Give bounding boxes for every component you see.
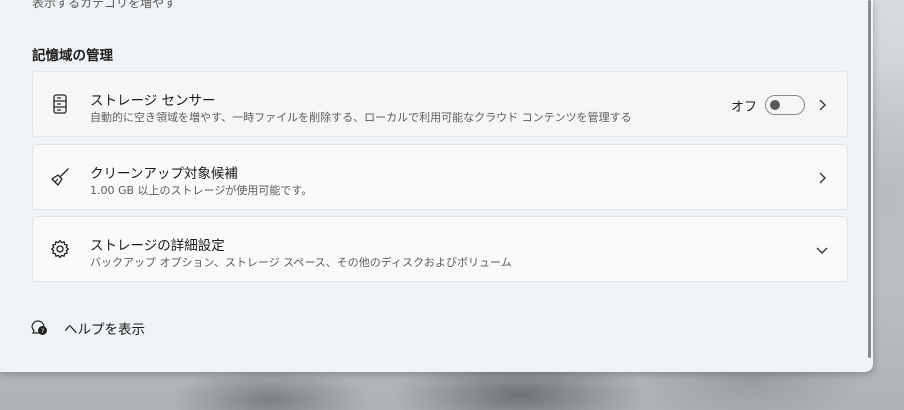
chevron-down-icon[interactable]: [815, 242, 829, 256]
advanced-storage-settings-description: バックアップ オプション、ストレージ スペース、その他のディスクおよびボリューム: [90, 256, 512, 269]
help-chat-icon: ?: [30, 318, 48, 336]
storage-sense-toggle-label: オフ: [731, 100, 758, 115]
chevron-right-icon[interactable]: [815, 97, 829, 111]
chevron-right-icon[interactable]: [815, 170, 829, 184]
advanced-storage-settings-card[interactable]: ストレージの詳細設定 バックアップ オプション、ストレージ スペース、その他のデ…: [32, 216, 848, 282]
toggle-knob: [770, 100, 780, 110]
get-help-label: ヘルプを表示: [64, 322, 145, 338]
broom-icon: [49, 166, 71, 188]
storage-sense-toggle[interactable]: [765, 95, 805, 115]
cleanup-recommendations-card[interactable]: クリーンアップ対象候補 1.00 GB 以上のストレージが使用可能です。: [32, 144, 848, 210]
storage-sense-title: ストレージ センサー: [90, 93, 216, 109]
section-title: 記憶域の管理: [32, 48, 113, 64]
storage-sense-card[interactable]: ストレージ センサー 自動的に空き領域を増やす、一時ファイルを削除する、ローカル…: [32, 71, 848, 137]
storage-sense-description: 自動的に空き領域を増やす、一時ファイルを削除する、ローカルで利用可能なクラウド …: [90, 111, 632, 124]
show-more-categories-link[interactable]: 表示するカテゴリを増やす: [32, 0, 176, 11]
cleanup-recommendations-description: 1.00 GB 以上のストレージが使用可能です。: [90, 184, 313, 197]
settings-window: 表示するカテゴリを増やす 記憶域の管理 ストレージ センサー 自動的に空き領域を…: [0, 0, 873, 372]
gear-icon: [49, 238, 71, 260]
svg-text:?: ?: [41, 327, 44, 335]
vertical-scrollbar[interactable]: [868, 0, 871, 358]
cleanup-recommendations-title: クリーンアップ対象候補: [90, 166, 238, 182]
storage-drive-icon: [49, 93, 71, 115]
advanced-storage-settings-title: ストレージの詳細設定: [90, 238, 225, 254]
